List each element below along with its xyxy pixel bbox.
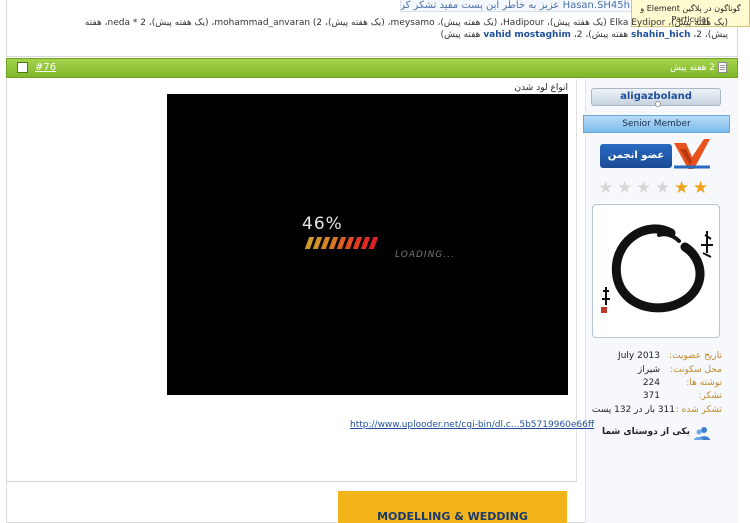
info-value: 311 بار در 132 پست — [591, 405, 675, 415]
attachment-link[interactable]: http://www.uplooder.net/cgi-bin/dl.c...5… — [350, 420, 594, 430]
info-row-location: محل سکونت: شیراز — [590, 364, 722, 377]
thank-text-1: پیش)، 2، — [693, 30, 728, 40]
thank-line-1-text: (یک هفته پیش)، Elka Eydipor (یک هفته پیش… — [84, 18, 728, 28]
info-label: نوشته ها: — [686, 378, 722, 388]
loading-text: LOADING... — [395, 250, 455, 260]
loading-animation-image[interactable]: 46% LOADING... — [167, 94, 568, 395]
reputation-stars: ★ ★ ★ ★ ★ ★ — [598, 179, 716, 197]
post-date: 2 هفته پیش — [670, 63, 715, 73]
thanks-notice: Hasan.SH45h عزیز به خاطر این پست مفید تش… — [400, 0, 636, 12]
tooltip-line-1: گوناگون در پلاگین Element و — [640, 4, 741, 13]
badge-label: عضو انجمن — [600, 144, 672, 168]
online-status-icon — [655, 101, 661, 107]
thanked-users-line-2: پیش)، 2، shahin_hich هفته پیش)، 2، vahid… — [441, 29, 728, 41]
post-select-checkbox[interactable] — [17, 62, 28, 73]
thank-user-vahid-mostaghim[interactable]: vahid mostaghim — [483, 30, 571, 40]
progress-segment — [368, 237, 379, 249]
member-badge: عضو انجمن — [598, 137, 716, 177]
post-number-link[interactable]: #76 — [35, 62, 56, 74]
loading-progress-bar — [304, 237, 382, 249]
info-label: تشکر: — [698, 391, 722, 401]
star-icon: ★ — [674, 178, 690, 198]
signature-divider — [7, 481, 577, 482]
thank-text-2: هفته پیش)، 2، — [573, 30, 629, 40]
info-value: شیراز — [637, 365, 660, 375]
post-header-bar: #76 2 هفته پیش — [6, 58, 738, 78]
image-caption: انواع لود شدن — [514, 83, 568, 93]
user-rank: Senior Member — [583, 115, 730, 133]
thank-text-3: هفته پیش) — [440, 30, 481, 40]
star-icon: ★ — [655, 178, 671, 198]
avatar[interactable] — [592, 204, 720, 338]
loading-percent: 46% — [302, 214, 343, 234]
signature-banner-text: MODELLING & WEDDING — [377, 510, 528, 523]
info-value: July 2013 — [618, 351, 660, 361]
thank-user-shahin-hich[interactable]: shahin_hich — [631, 30, 690, 40]
info-value: 224 — [642, 378, 660, 388]
info-label: تشکر شده : — [675, 405, 722, 415]
info-label: تاریخ عضویت: — [669, 351, 722, 361]
signature-banner[interactable]: MODELLING & WEDDING — [338, 491, 567, 523]
post-icon — [718, 62, 727, 73]
badge-logo-icon — [674, 139, 710, 169]
friend-status: یکی از دوستای شما — [602, 425, 710, 441]
info-value: 371 — [642, 391, 660, 401]
info-row-thanked: تشکر شده : 311 بار در 132 پست — [590, 404, 722, 417]
thanked-users-line-1: (یک هفته پیش)، Elka Eydipor (یک هفته پیش… — [85, 17, 728, 29]
info-row-posts: نوشته ها: 224 — [590, 377, 722, 390]
star-icon: ★ — [617, 178, 633, 198]
star-icon: ★ — [693, 178, 709, 198]
friends-icon — [694, 427, 710, 440]
info-row-joined: تاریخ عضویت: July 2013 — [590, 350, 722, 363]
info-row-thanks: تشکر: 371 — [590, 390, 722, 403]
enso-avatar-image — [601, 224, 713, 313]
friend-text: یکی از دوستای شما — [601, 427, 690, 437]
info-label: محل سکونت: — [670, 365, 722, 375]
star-icon: ★ — [598, 178, 614, 198]
star-icon: ★ — [636, 178, 652, 198]
